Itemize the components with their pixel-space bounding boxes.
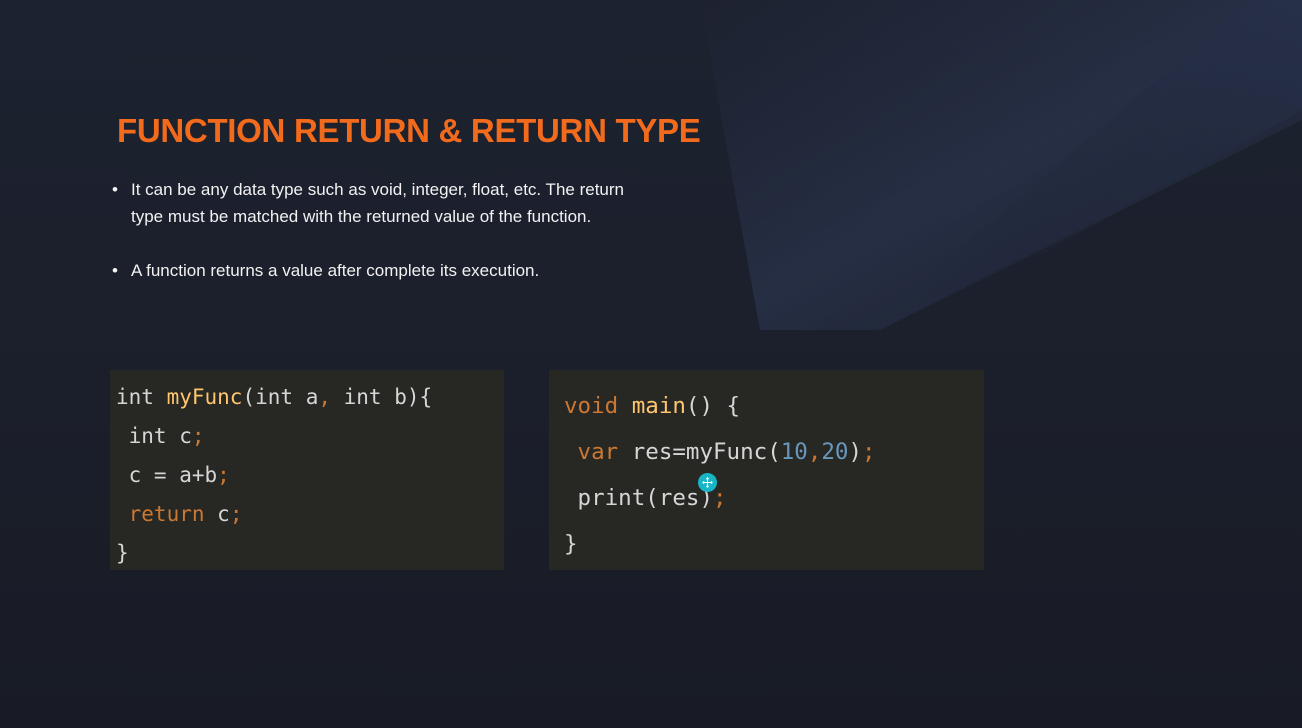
code-token: main: [631, 393, 686, 419]
code-token: ;: [229, 502, 243, 526]
code-line: void main() {: [564, 383, 984, 429]
page-title: FUNCTION RETURN & RETURN TYPE: [117, 112, 701, 149]
code-token: ,: [318, 385, 331, 409]
code-token: ;: [713, 485, 727, 511]
background-diagonal-highlight: [700, 0, 1302, 330]
code-line: int myFunc(int a, int b){: [116, 378, 504, 417]
code-token: int: [116, 424, 167, 448]
code-line: var res=myFunc(10,20);: [564, 429, 984, 475]
code-line: }: [564, 521, 984, 567]
code-block-main: void main() { var res=myFunc(10,20); pri…: [549, 370, 984, 570]
code-token: int b){: [331, 385, 433, 409]
bullet-item: It can be any data type such as void, in…: [112, 176, 652, 230]
bullet-item: A function returns a value after complet…: [112, 257, 652, 284]
slide: FUNCTION RETURN & RETURN TYPE It can be …: [0, 0, 1302, 728]
cursor-move-icon: [698, 473, 717, 492]
code-line: print(res);: [564, 475, 984, 521]
code-line: }: [116, 534, 504, 573]
code-token: ,: [807, 439, 822, 465]
code-line: return c;: [116, 495, 504, 534]
code-token: c: [204, 502, 230, 526]
cursor-arrows-icon: [702, 477, 713, 488]
code-token: (: [242, 385, 256, 409]
code-token: int: [255, 385, 294, 409]
code-token: var: [564, 439, 619, 465]
code-token: 10: [780, 439, 808, 465]
code-line: c = a+b;: [116, 456, 504, 495]
code-token: () {: [685, 393, 741, 419]
code-token: 20: [821, 439, 849, 465]
code-token: print(res): [564, 485, 714, 511]
code-line: int c;: [116, 417, 504, 456]
code-token: a: [293, 385, 319, 409]
code-token: }: [116, 541, 129, 565]
code-token: int: [116, 385, 154, 409]
code-token: return: [116, 502, 205, 526]
code-token: void: [564, 393, 619, 419]
code-block-myfunc: int myFunc(int a, int b){ int c; c = a+b…: [110, 370, 504, 570]
bullet-list: It can be any data type such as void, in…: [112, 176, 652, 284]
code-token: res=myFunc(: [618, 439, 781, 465]
code-token: }: [564, 531, 578, 557]
code-token: myFunc: [166, 385, 243, 409]
code-token: ): [848, 439, 863, 465]
code-token: c = a+b: [116, 463, 218, 487]
code-token: ;: [862, 439, 876, 465]
code-token: ;: [217, 463, 230, 487]
code-token: ;: [191, 424, 205, 448]
code-token: c: [166, 424, 192, 448]
